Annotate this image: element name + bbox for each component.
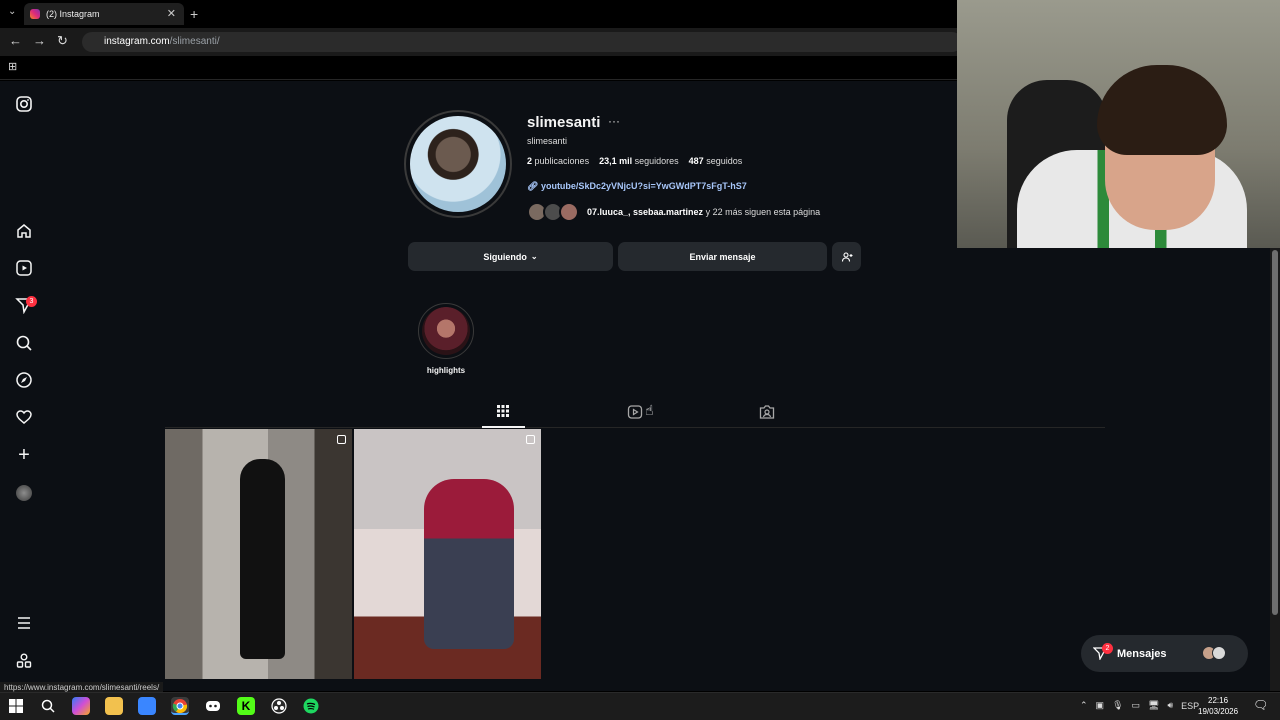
clock-time: 22:16 (1208, 696, 1229, 705)
copilot-icon[interactable] (72, 697, 90, 715)
carousel-icon (526, 435, 535, 444)
link-icon: 🔗︎ (527, 181, 541, 191)
new-tab-icon[interactable]: + (190, 6, 198, 22)
webcam-hair (1097, 65, 1227, 155)
following-button[interactable]: Siguiendo ⌄ (408, 242, 613, 271)
send-message-button[interactable]: Enviar mensaje (618, 242, 827, 271)
obs-icon[interactable] (270, 697, 288, 715)
home-icon[interactable] (15, 222, 33, 240)
tab-tagged-icon[interactable] (759, 404, 775, 420)
url-host: instagram.com (104, 36, 170, 47)
scrollbar-thumb[interactable] (1272, 250, 1278, 615)
system-tray: ⌃ ▣ 🎙︎ ▭ 🖥︎ 🔊︎ ESP (1080, 700, 1199, 711)
active-tab-indicator (482, 426, 525, 428)
followed-by-text: 07.luuca_, ssebaa.martinez y 22 más sigu… (587, 207, 821, 217)
tray-display-icon[interactable]: ▭ (1132, 700, 1141, 711)
following-stat[interactable]: 487 seguidos (689, 156, 743, 166)
followed-by[interactable]: 07.luuca_, ssebaa.martinez y 22 más sigu… (527, 202, 820, 222)
messages-badge: 3 (26, 296, 37, 307)
windows-start-icon[interactable] (7, 697, 25, 715)
menu-icon[interactable] (15, 614, 33, 632)
post-thumbnail[interactable] (354, 429, 541, 679)
profile-picture[interactable] (404, 110, 512, 218)
profile-username: slimesanti (527, 114, 601, 131)
also-from-meta-icon[interactable] (15, 652, 33, 670)
search-icon[interactable] (15, 334, 33, 352)
tab-list-chevron-icon[interactable]: ⌄ (8, 6, 16, 17)
spotify-icon[interactable] (302, 697, 320, 715)
language-indicator[interactable]: ESP (1181, 701, 1199, 711)
chrome-icon[interactable] (171, 697, 189, 715)
taskbar-search-icon[interactable] (39, 697, 57, 715)
microsoft-store-icon[interactable] (138, 697, 156, 715)
tab-title: (2) Instagram (46, 9, 100, 19)
suggested-users-icon[interactable] (832, 242, 861, 271)
instagram-logo-icon[interactable] (15, 95, 33, 113)
more-options-icon[interactable]: ··· (608, 114, 620, 128)
microphone-icon[interactable]: 🎙︎ (1112, 700, 1123, 711)
highlight-cover (422, 307, 470, 355)
followers-stat[interactable]: 23,1 mil seguidores (599, 156, 679, 166)
profile-avatar[interactable] (16, 485, 32, 501)
messages-label: Mensajes (1117, 647, 1167, 660)
tabs-divider (165, 427, 1105, 428)
url-path: /slimesanti/ (169, 36, 220, 47)
clock-date: 19/03/2026 (1198, 707, 1239, 716)
profile-link[interactable]: 🔗︎ youtube/SkDc2yVNjcU?si=YwGWdPT7sFgT-h… (527, 181, 747, 192)
reels-icon[interactable] (15, 259, 33, 277)
browser-tab[interactable]: (2) Instagram ✕ (24, 3, 184, 25)
notification-center-icon[interactable]: 🗨︎ (1253, 698, 1268, 712)
apps-grid-icon[interactable]: ⊞ (8, 60, 17, 73)
heart-icon[interactable] (15, 408, 33, 426)
highlight-item[interactable] (418, 303, 474, 359)
follower-avatar (559, 202, 579, 222)
mouse-cursor-icon: ☝︎ (645, 402, 654, 418)
reload-icon[interactable]: ↻ (57, 33, 68, 49)
carousel-icon (337, 435, 346, 444)
post-thumbnail[interactable] (165, 429, 352, 679)
create-plus-icon[interactable]: + (15, 445, 33, 465)
back-icon[interactable]: ← (9, 33, 22, 48)
profile-picture-image (410, 116, 506, 212)
profile-full-name: slimesanti (527, 136, 568, 146)
tab-posts-grid-icon[interactable] (496, 404, 510, 418)
chevron-down-icon: ⌄ (530, 252, 538, 261)
avatar (1212, 646, 1226, 660)
file-explorer-icon[interactable] (105, 697, 123, 715)
messages-count-badge: 2 (1102, 643, 1113, 654)
kick-icon[interactable]: K (237, 697, 255, 715)
highlight-label: highlights (426, 366, 466, 375)
tab-reels-icon[interactable] (627, 404, 643, 420)
tray-chevron-icon[interactable]: ⌃ (1080, 700, 1088, 711)
volume-icon[interactable]: 🔊︎ (1167, 700, 1173, 711)
discord-icon[interactable] (204, 697, 222, 715)
message-avatars (1202, 646, 1226, 660)
network-icon[interactable]: 🖥︎ (1148, 700, 1159, 711)
url-input[interactable]: instagram.com/slimesanti/ (82, 32, 962, 52)
taskbar-clock[interactable]: 22:16 19/03/2026 (1198, 695, 1238, 717)
tray-app-icon[interactable]: ▣ (1096, 700, 1105, 711)
tab-close-icon[interactable]: ✕ (167, 7, 176, 20)
explore-icon[interactable] (15, 371, 33, 389)
webcam-overlay (957, 0, 1280, 248)
forward-icon[interactable]: → (33, 33, 46, 48)
profile-stats: 2 publicaciones 23,1 mil seguidores 487 … (527, 156, 742, 166)
post-figure (240, 459, 285, 659)
post-figure (424, 479, 514, 649)
posts-stat: 2 publicaciones (527, 156, 590, 166)
instagram-favicon-icon (30, 9, 40, 19)
